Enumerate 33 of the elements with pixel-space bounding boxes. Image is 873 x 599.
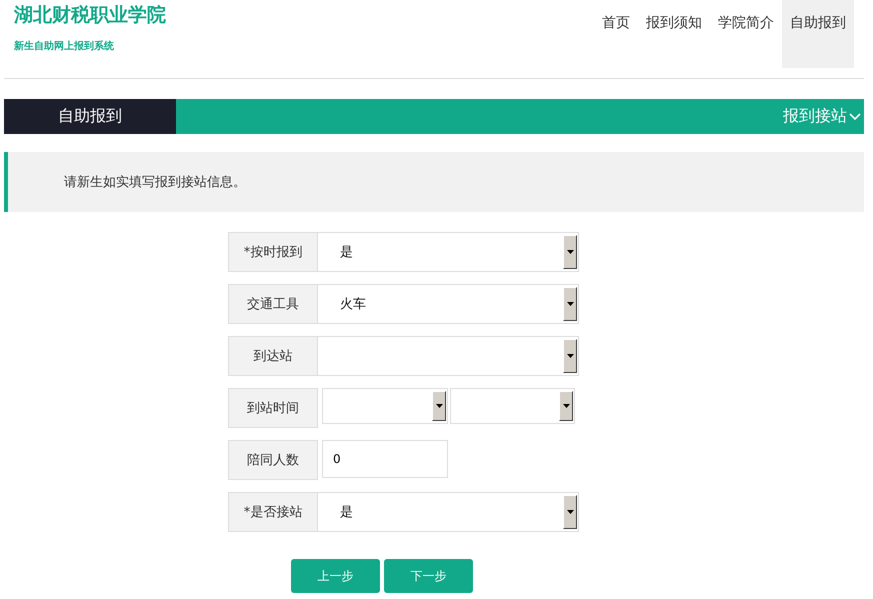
- dropdown-arrow-button[interactable]: [563, 339, 577, 373]
- dropdown-arrow-button[interactable]: [563, 287, 577, 321]
- nav-link[interactable]: 报到须知: [638, 0, 710, 68]
- select-field[interactable]: 是: [318, 232, 579, 272]
- field-label: *是否接站: [228, 492, 318, 532]
- caret-icon: [566, 250, 574, 254]
- field-label: 到达站: [228, 336, 318, 376]
- nav-link[interactable]: 学院简介: [710, 0, 782, 68]
- dropdown-arrow-button[interactable]: [563, 235, 577, 269]
- field-label: 陪同人数: [228, 440, 318, 480]
- caret-icon: [566, 354, 574, 358]
- field-label: 交通工具: [228, 284, 318, 324]
- select-field[interactable]: [322, 388, 448, 424]
- select-field[interactable]: 火车: [318, 284, 579, 324]
- caret-icon: [436, 404, 442, 408]
- dropdown-arrow-button[interactable]: [432, 391, 446, 421]
- site-title: 湖北财税职业学院: [14, 3, 166, 28]
- site-subtitle: 新生自助网上报到系统: [14, 39, 115, 53]
- input-field[interactable]: 0: [322, 440, 448, 478]
- field-label: *按时报到: [228, 232, 318, 272]
- dropdown-arrow-button[interactable]: [559, 391, 573, 421]
- select-field[interactable]: [450, 388, 575, 424]
- caret-icon: [562, 404, 570, 408]
- notice-text: 请新生如实填写报到接站信息。: [64, 174, 246, 191]
- nav-link[interactable]: 自助报到: [782, 0, 854, 68]
- chevron-down-icon[interactable]: [849, 112, 861, 120]
- caret-icon: [566, 302, 574, 306]
- nav-link[interactable]: 首页: [594, 0, 638, 68]
- field-label: 到站时间: [228, 388, 318, 428]
- caret-icon: [566, 510, 574, 514]
- dropdown-arrow-button[interactable]: [563, 495, 577, 529]
- select-field[interactable]: 是: [318, 492, 579, 532]
- select-field[interactable]: [318, 336, 579, 376]
